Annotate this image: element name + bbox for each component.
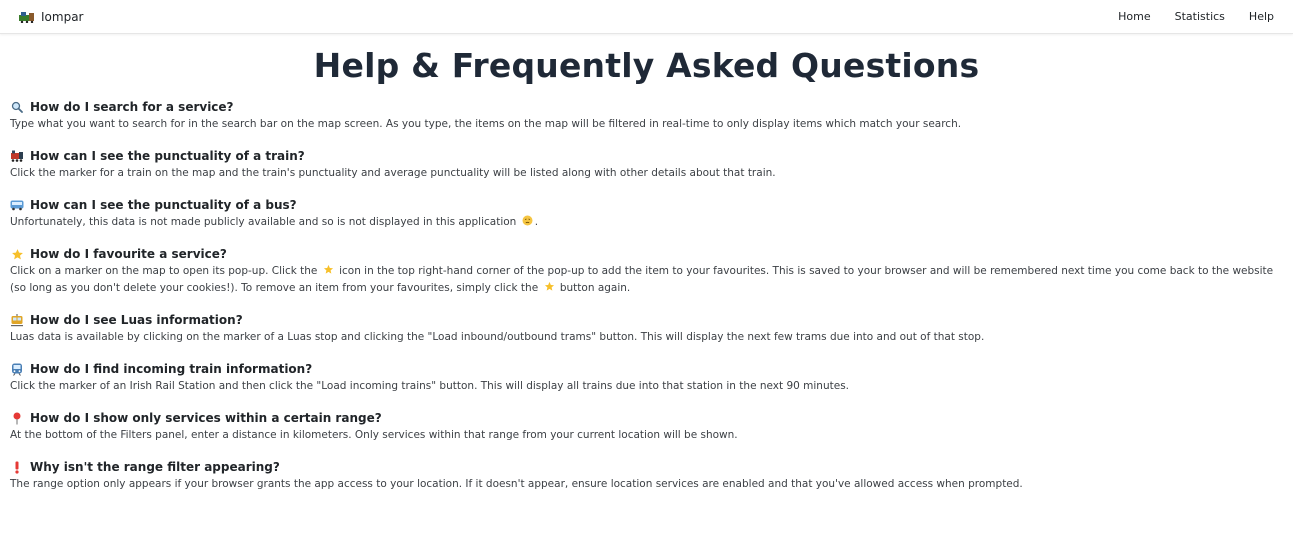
faq-answer-text: . — [534, 216, 539, 228]
faq-answer: Click the marker for a train on the map … — [10, 167, 776, 179]
faq-answer: Click the marker of an Irish Rail Statio… — [10, 380, 850, 392]
faq-item: How can I see the punctuality of a train… — [10, 148, 1285, 182]
metro-icon — [10, 362, 24, 376]
faq-list: How do I search for a service? Type what… — [10, 99, 1285, 508]
page-title: Help & Frequently Asked Questions — [313, 46, 980, 85]
faq-question-text: How can I see the punctuality of a bus? — [30, 198, 297, 212]
faq-item: Why isn't the range filter appearing? Th… — [10, 459, 1285, 493]
faq-question: How do I show only services within a cer… — [10, 410, 1285, 426]
faq-answer: At the bottom of the Filters panel, ente… — [10, 429, 738, 441]
faq-item: How do I show only services within a cer… — [10, 410, 1285, 444]
faq-question-text: How do I search for a service? — [30, 100, 234, 114]
brand-name: Iompar — [41, 9, 84, 24]
faq-question: How can I see the punctuality of a train… — [10, 148, 1285, 164]
faq-answer: Luas data is available by clicking on th… — [10, 331, 985, 343]
nav-links: Home Statistics Help — [1094, 10, 1274, 23]
faq-answer: Unfortunately, this data is not made pub… — [10, 214, 1285, 231]
faq-question: Why isn't the range filter appearing? — [10, 459, 1285, 475]
faq-question-text: How can I see the punctuality of a train… — [30, 149, 305, 163]
faq-question: How do I find incoming train information… — [10, 361, 1285, 377]
pensive-face-icon — [522, 215, 533, 226]
faq-item: How do I favourite a service? Click on a… — [10, 246, 1285, 297]
faq-question-text: How do I find incoming train information… — [30, 362, 313, 376]
faq-item: How can I see the punctuality of a bus? … — [10, 197, 1285, 231]
tram-icon — [10, 313, 24, 327]
brand-link[interactable]: Iompar — [19, 10, 83, 24]
nav-statistics[interactable]: Statistics — [1175, 10, 1225, 23]
faq-answer-text: button again. — [559, 282, 631, 294]
faq-question-text: How do I show only services within a cer… — [30, 411, 382, 425]
faq-question-text: Why isn't the range filter appearing? — [30, 460, 280, 474]
faq-question: How can I see the punctuality of a bus? — [10, 197, 1285, 213]
pin-icon — [10, 411, 24, 425]
bus-icon — [10, 198, 24, 212]
faq-item: How do I see Luas information? Luas data… — [10, 312, 1285, 346]
star-icon — [323, 264, 334, 275]
exclamation-icon — [10, 460, 24, 474]
train-icon — [10, 149, 24, 163]
faq-item: How do I find incoming train information… — [10, 361, 1285, 395]
navbar: Iompar Home Statistics Help — [0, 0, 1293, 34]
faq-question: How do I favourite a service? — [10, 246, 1285, 262]
train-icon — [19, 11, 35, 23]
faq-answer-text: Click on a marker on the map to open its… — [10, 265, 318, 277]
nav-home[interactable]: Home — [1118, 10, 1150, 23]
faq-question-text: How do I see Luas information? — [30, 313, 243, 327]
search-icon — [10, 100, 24, 114]
faq-item: How do I search for a service? Type what… — [10, 99, 1285, 133]
faq-answer: Type what you want to search for in the … — [10, 118, 962, 130]
star-icon — [10, 247, 24, 261]
faq-answer-text: Unfortunately, this data is not made pub… — [10, 216, 517, 228]
faq-answer: Click on a marker on the map to open its… — [10, 263, 1285, 297]
faq-question-text: How do I favourite a service? — [30, 247, 227, 261]
star-icon — [544, 281, 555, 292]
faq-answer: The range option only appears if your br… — [10, 478, 1023, 490]
nav-help[interactable]: Help — [1249, 10, 1274, 23]
faq-question: How do I search for a service? — [10, 99, 1285, 115]
faq-question: How do I see Luas information? — [10, 312, 1285, 328]
